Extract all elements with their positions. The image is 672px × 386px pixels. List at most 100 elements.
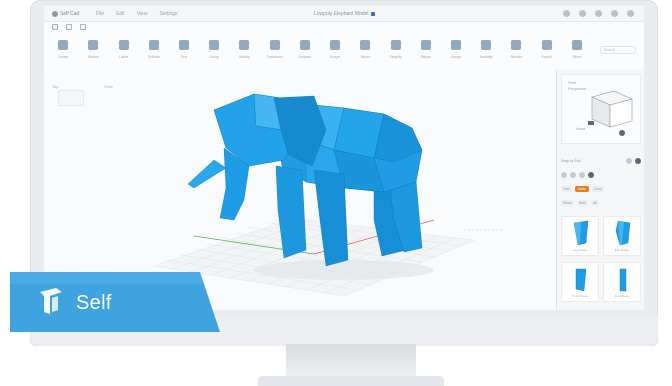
tool-slicer[interactable]: Slicer [564, 36, 590, 66]
camera-icon[interactable] [570, 172, 576, 178]
brand-logo-icon [40, 288, 62, 314]
tool-simplify[interactable]: Simplify [382, 36, 408, 66]
mirror-icon [360, 40, 371, 50]
menu-view[interactable]: View [137, 11, 148, 17]
sculpt-icon [450, 40, 461, 50]
app-logo-icon [52, 11, 58, 17]
app-name: Self Cad [60, 11, 80, 17]
units-chip[interactable]: Units [574, 186, 589, 192]
view-cube-panel: Front Perspective Home [561, 74, 641, 144]
view-cube-icon[interactable] [562, 75, 642, 145]
history-icon[interactable] [80, 24, 86, 30]
render-icon [511, 40, 522, 50]
redo-icon[interactable] [66, 24, 72, 30]
right-panel: Front Perspective Home Snap to Grid Grid… [556, 70, 644, 310]
help-icon[interactable] [595, 10, 602, 17]
tool-label: Sketch [87, 55, 99, 59]
tool-label: Modify [239, 55, 250, 59]
close-icon[interactable] [627, 10, 634, 17]
tool-repair[interactable]: Repair [413, 36, 439, 66]
tool-label: Simplify [389, 55, 402, 59]
animate-icon [481, 40, 492, 50]
tool-lathe[interactable]: Lathe [110, 36, 136, 66]
group-icon [209, 40, 220, 50]
panel-row-icons [561, 170, 641, 180]
tool-label: Shape [330, 55, 341, 59]
thumbnail-foot[interactable]: Foot Piece [603, 262, 641, 302]
thumbnail-label: Trunk Piece [572, 294, 588, 298]
settings-icon[interactable] [611, 10, 618, 17]
tool-label: Transform [266, 55, 283, 59]
tool-render[interactable]: Render [503, 36, 529, 66]
view-cube-caption: Home [576, 127, 586, 131]
lathe-icon [118, 40, 129, 50]
tool-text[interactable]: Text [171, 36, 197, 66]
color-chip[interactable]: Color [591, 186, 604, 192]
undo-icon[interactable] [52, 24, 58, 30]
thumbnail-leg[interactable]: Leg Shape [561, 216, 599, 256]
tool-label: Extrude [147, 55, 160, 59]
extrude-icon [148, 40, 159, 50]
tool-label: Export [541, 55, 552, 59]
tool-create[interactable]: Create [50, 36, 76, 66]
tool-sculpt[interactable]: Sculpt [443, 36, 469, 66]
repair-icon [420, 40, 431, 50]
tool-label: Group [209, 55, 220, 59]
tool-sketch[interactable]: Sketch [80, 36, 106, 66]
boolean-icon [299, 40, 310, 50]
menu-file[interactable]: File [96, 11, 104, 17]
title-bar: Self Cad File Edit View Settings Lowpoly… [44, 6, 644, 22]
transform-icon [269, 40, 280, 50]
tool-label: Repair [420, 55, 431, 59]
tool-animate[interactable]: Animate [473, 36, 499, 66]
history-controls [52, 24, 86, 30]
layer-icon[interactable] [579, 172, 585, 178]
search-input[interactable]: Search [600, 46, 636, 54]
shape-icon [330, 40, 341, 50]
thumbnail-trunk[interactable]: Trunk Piece [561, 262, 599, 302]
simplify-icon [390, 40, 401, 50]
menu-settings[interactable]: Settings [159, 11, 177, 17]
window-controls [563, 10, 634, 17]
tool-modify[interactable]: Modify [231, 36, 257, 66]
text-icon [178, 40, 189, 50]
show-chip[interactable]: Show [561, 200, 574, 206]
thumbnail-ear[interactable]: Ear Shape [603, 216, 641, 256]
tool-group[interactable]: Group [201, 36, 227, 66]
all-chip[interactable]: All [590, 200, 599, 206]
thumbnail-label: Foot Piece [614, 294, 630, 298]
tool-mirror[interactable]: Mirror [352, 36, 378, 66]
tool-label: Create [57, 55, 69, 59]
tool-label: Text [180, 55, 188, 59]
snap-label: Snap to Grid [561, 159, 581, 163]
export-icon [541, 40, 552, 50]
document-title[interactable]: Lowpoly Elephant Model [314, 11, 376, 17]
user-icon[interactable] [563, 10, 570, 17]
pencil-icon [88, 40, 99, 50]
monitor-stand-base [258, 376, 444, 386]
snap-toggle-icon[interactable] [626, 158, 632, 164]
share-icon[interactable] [579, 10, 586, 17]
main-toolbar: Create Sketch Lathe Extrude Text Group Modify T… [50, 36, 590, 66]
slicer-icon [571, 40, 582, 50]
tool-label: Slicer [572, 55, 582, 59]
tool-label: Animate [479, 55, 493, 59]
hide-chip[interactable]: Hide [576, 200, 588, 206]
tool-label: Sculpt [451, 55, 461, 59]
panel-row-snap: Snap to Grid [561, 156, 641, 166]
tool-boolean[interactable]: Boolean [292, 36, 318, 66]
panel-row-visibility: Show Hide All [561, 198, 641, 208]
grid-toggle-icon[interactable] [635, 158, 641, 164]
tool-extrude[interactable]: Extrude [141, 36, 167, 66]
menu-edit[interactable]: Edit [116, 11, 125, 17]
menu-bar: File Edit View Settings [96, 11, 178, 17]
light-icon[interactable] [561, 172, 567, 178]
cube-icon [58, 40, 69, 50]
thumbnail-label: Leg Shape [572, 248, 588, 252]
material-icon[interactable] [588, 172, 594, 178]
tool-label: Boolean [298, 55, 312, 59]
tool-transform[interactable]: Transform [262, 36, 288, 66]
tool-export[interactable]: Export [534, 36, 560, 66]
grid-chip[interactable]: Grid [561, 186, 572, 192]
tool-shape[interactable]: Shape [322, 36, 348, 66]
